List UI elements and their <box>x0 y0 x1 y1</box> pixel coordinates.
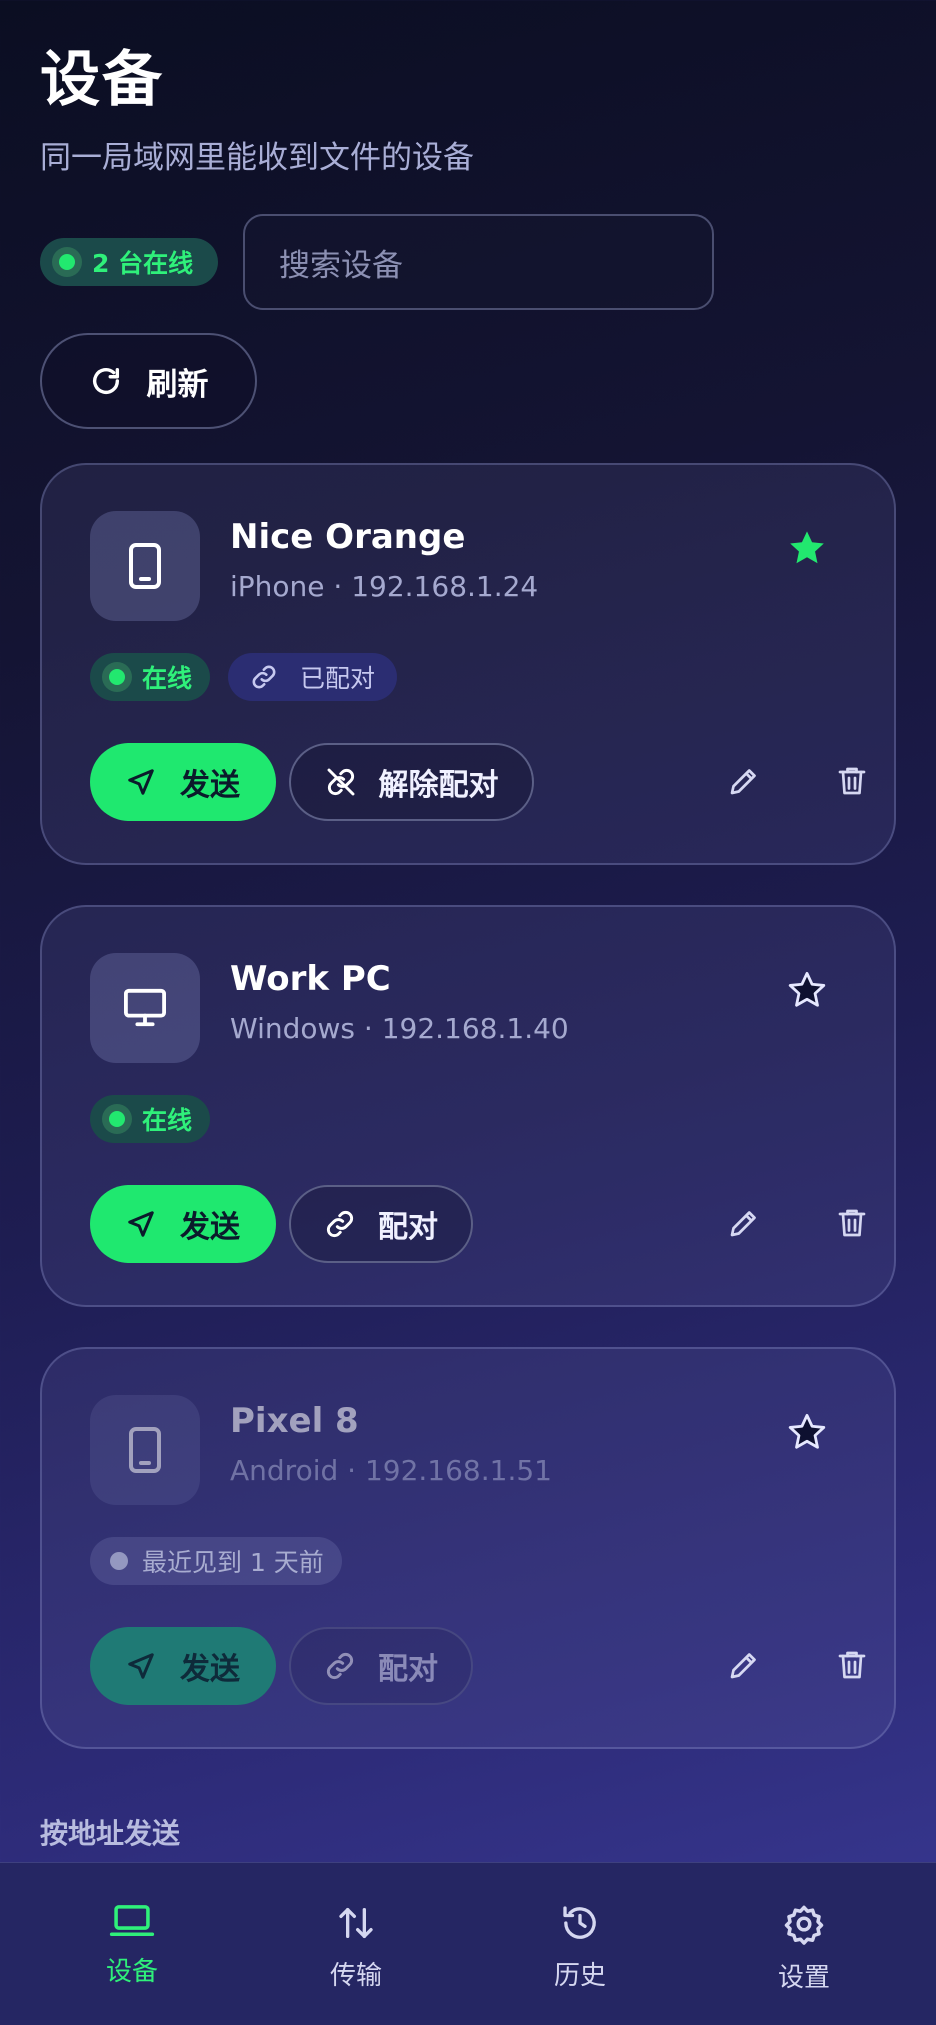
device-type-box <box>90 1395 200 1505</box>
monitor-icon <box>124 988 166 1027</box>
paired-badge: 已配对 <box>228 653 398 701</box>
device-badges: 在线 已配对 <box>90 653 398 701</box>
status-label: 在线 <box>142 1106 193 1135</box>
search-placeholder: 搜索设备 <box>279 247 403 284</box>
online-count-label: 2 台在线 <box>92 249 194 278</box>
offline-dot-icon <box>110 1552 128 1570</box>
device-actions: 发送 配对 <box>90 1185 866 1263</box>
trash-icon[interactable] <box>834 1205 870 1241</box>
transfer-icon <box>339 1908 373 1938</box>
device-meta: Android · 192.168.1.51 <box>230 1454 552 1487</box>
last-seen-badge: 最近见到 1 天前 <box>90 1537 342 1585</box>
device-meta: Windows · 192.168.1.40 <box>230 1012 569 1045</box>
link-icon <box>252 665 276 689</box>
online-count-badge: 2 台在线 <box>40 238 218 286</box>
nav-item-transfer[interactable]: 传输 <box>244 1863 468 2025</box>
pair-label: 配对 <box>378 1652 438 1687</box>
device-badges: 在线 <box>90 1095 211 1143</box>
page-title: 设备 <box>40 45 164 115</box>
nav-item-history[interactable]: 历史 <box>468 1863 692 2025</box>
refresh-label: 刷新 <box>146 366 209 403</box>
star-outline-icon[interactable] <box>786 969 828 1011</box>
status-label: 在线 <box>142 664 193 693</box>
page-subtitle: 同一局域网里能收到文件的设备 <box>40 140 474 176</box>
pair-label: 配对 <box>378 1210 438 1245</box>
trash-icon[interactable] <box>834 763 870 799</box>
status-badge: 在线 <box>90 1095 211 1143</box>
send-button[interactable]: 发送 <box>90 1627 276 1705</box>
device-type-box <box>90 511 200 621</box>
unpair-button[interactable]: 解除配对 <box>289 743 534 821</box>
nav-item-settings[interactable]: 设置 <box>692 1863 916 2025</box>
phone-icon <box>129 1427 161 1473</box>
device-actions: 发送 解除配对 <box>90 743 866 821</box>
last-seen-label: 最近见到 1 天前 <box>142 1548 324 1577</box>
refresh-button[interactable]: 刷新 <box>40 333 257 429</box>
paired-label: 已配对 <box>300 664 376 693</box>
send-icon <box>128 769 154 795</box>
online-dot-icon <box>102 1104 132 1134</box>
settings-icon <box>784 1905 824 1945</box>
bottom-nav: 设备 传输 历史 设置 <box>0 1862 936 2025</box>
send-button[interactable]: 发送 <box>90 743 276 821</box>
send-label: 发送 <box>180 1652 240 1687</box>
device-name: Pixel 8 <box>230 1401 359 1441</box>
nav-label: 传输 <box>329 1961 382 1991</box>
send-label: 发送 <box>180 768 240 803</box>
send-icon <box>128 1211 154 1237</box>
trash-icon[interactable] <box>834 1647 870 1683</box>
device-card-work-pc: Work PC Windows · 192.168.1.40 在线 发送 配对 <box>40 905 896 1307</box>
history-icon <box>563 1906 596 1939</box>
pencil-icon[interactable] <box>726 1647 762 1683</box>
pencil-icon[interactable] <box>726 1205 762 1241</box>
nav-label: 设备 <box>105 1957 158 1987</box>
link-icon <box>326 1210 354 1238</box>
device-meta: iPhone · 192.168.1.24 <box>230 570 539 603</box>
send-icon <box>128 1653 154 1679</box>
link-icon <box>326 1652 354 1680</box>
device-actions: 发送 配对 <box>90 1627 866 1705</box>
pair-button[interactable]: 配对 <box>289 1185 473 1263</box>
device-badges: 最近见到 1 天前 <box>90 1537 342 1585</box>
pencil-icon[interactable] <box>726 763 762 799</box>
search-input[interactable]: 搜索设备 <box>243 214 714 310</box>
send-by-address-heading: 按地址发送 <box>40 1817 181 1850</box>
send-button[interactable]: 发送 <box>90 1185 276 1263</box>
device-card-pixel-8: Pixel 8 Android · 192.168.1.51 最近见到 1 天前… <box>40 1347 896 1749</box>
online-dot-icon <box>52 247 82 277</box>
toolbar: 2 台在线 搜索设备 <box>40 214 900 310</box>
device-name: Nice Orange <box>230 517 466 557</box>
device-card-nice-orange: Nice Orange iPhone · 192.168.1.24 在线 已配对… <box>40 463 896 865</box>
pair-button[interactable]: 配对 <box>289 1627 473 1705</box>
nav-item-devices[interactable]: 设备 <box>20 1863 244 2025</box>
refresh-icon <box>92 367 119 394</box>
unpair-label: 解除配对 <box>378 768 499 803</box>
status-badge: 在线 <box>90 653 211 701</box>
online-dot-icon <box>102 662 132 692</box>
nav-label: 设置 <box>777 1963 830 1993</box>
device-name: Work PC <box>230 959 391 999</box>
page-header: 设备 同一局域网里能收到文件的设备 <box>40 40 474 178</box>
unlink-icon <box>327 768 354 796</box>
laptop-icon <box>109 1905 155 1937</box>
nav-label: 历史 <box>553 1961 606 1991</box>
star-filled-icon[interactable] <box>786 527 828 569</box>
star-outline-icon[interactable] <box>786 1411 828 1453</box>
send-label: 发送 <box>180 1210 240 1245</box>
phone-icon <box>129 543 161 589</box>
device-type-box <box>90 953 200 1063</box>
